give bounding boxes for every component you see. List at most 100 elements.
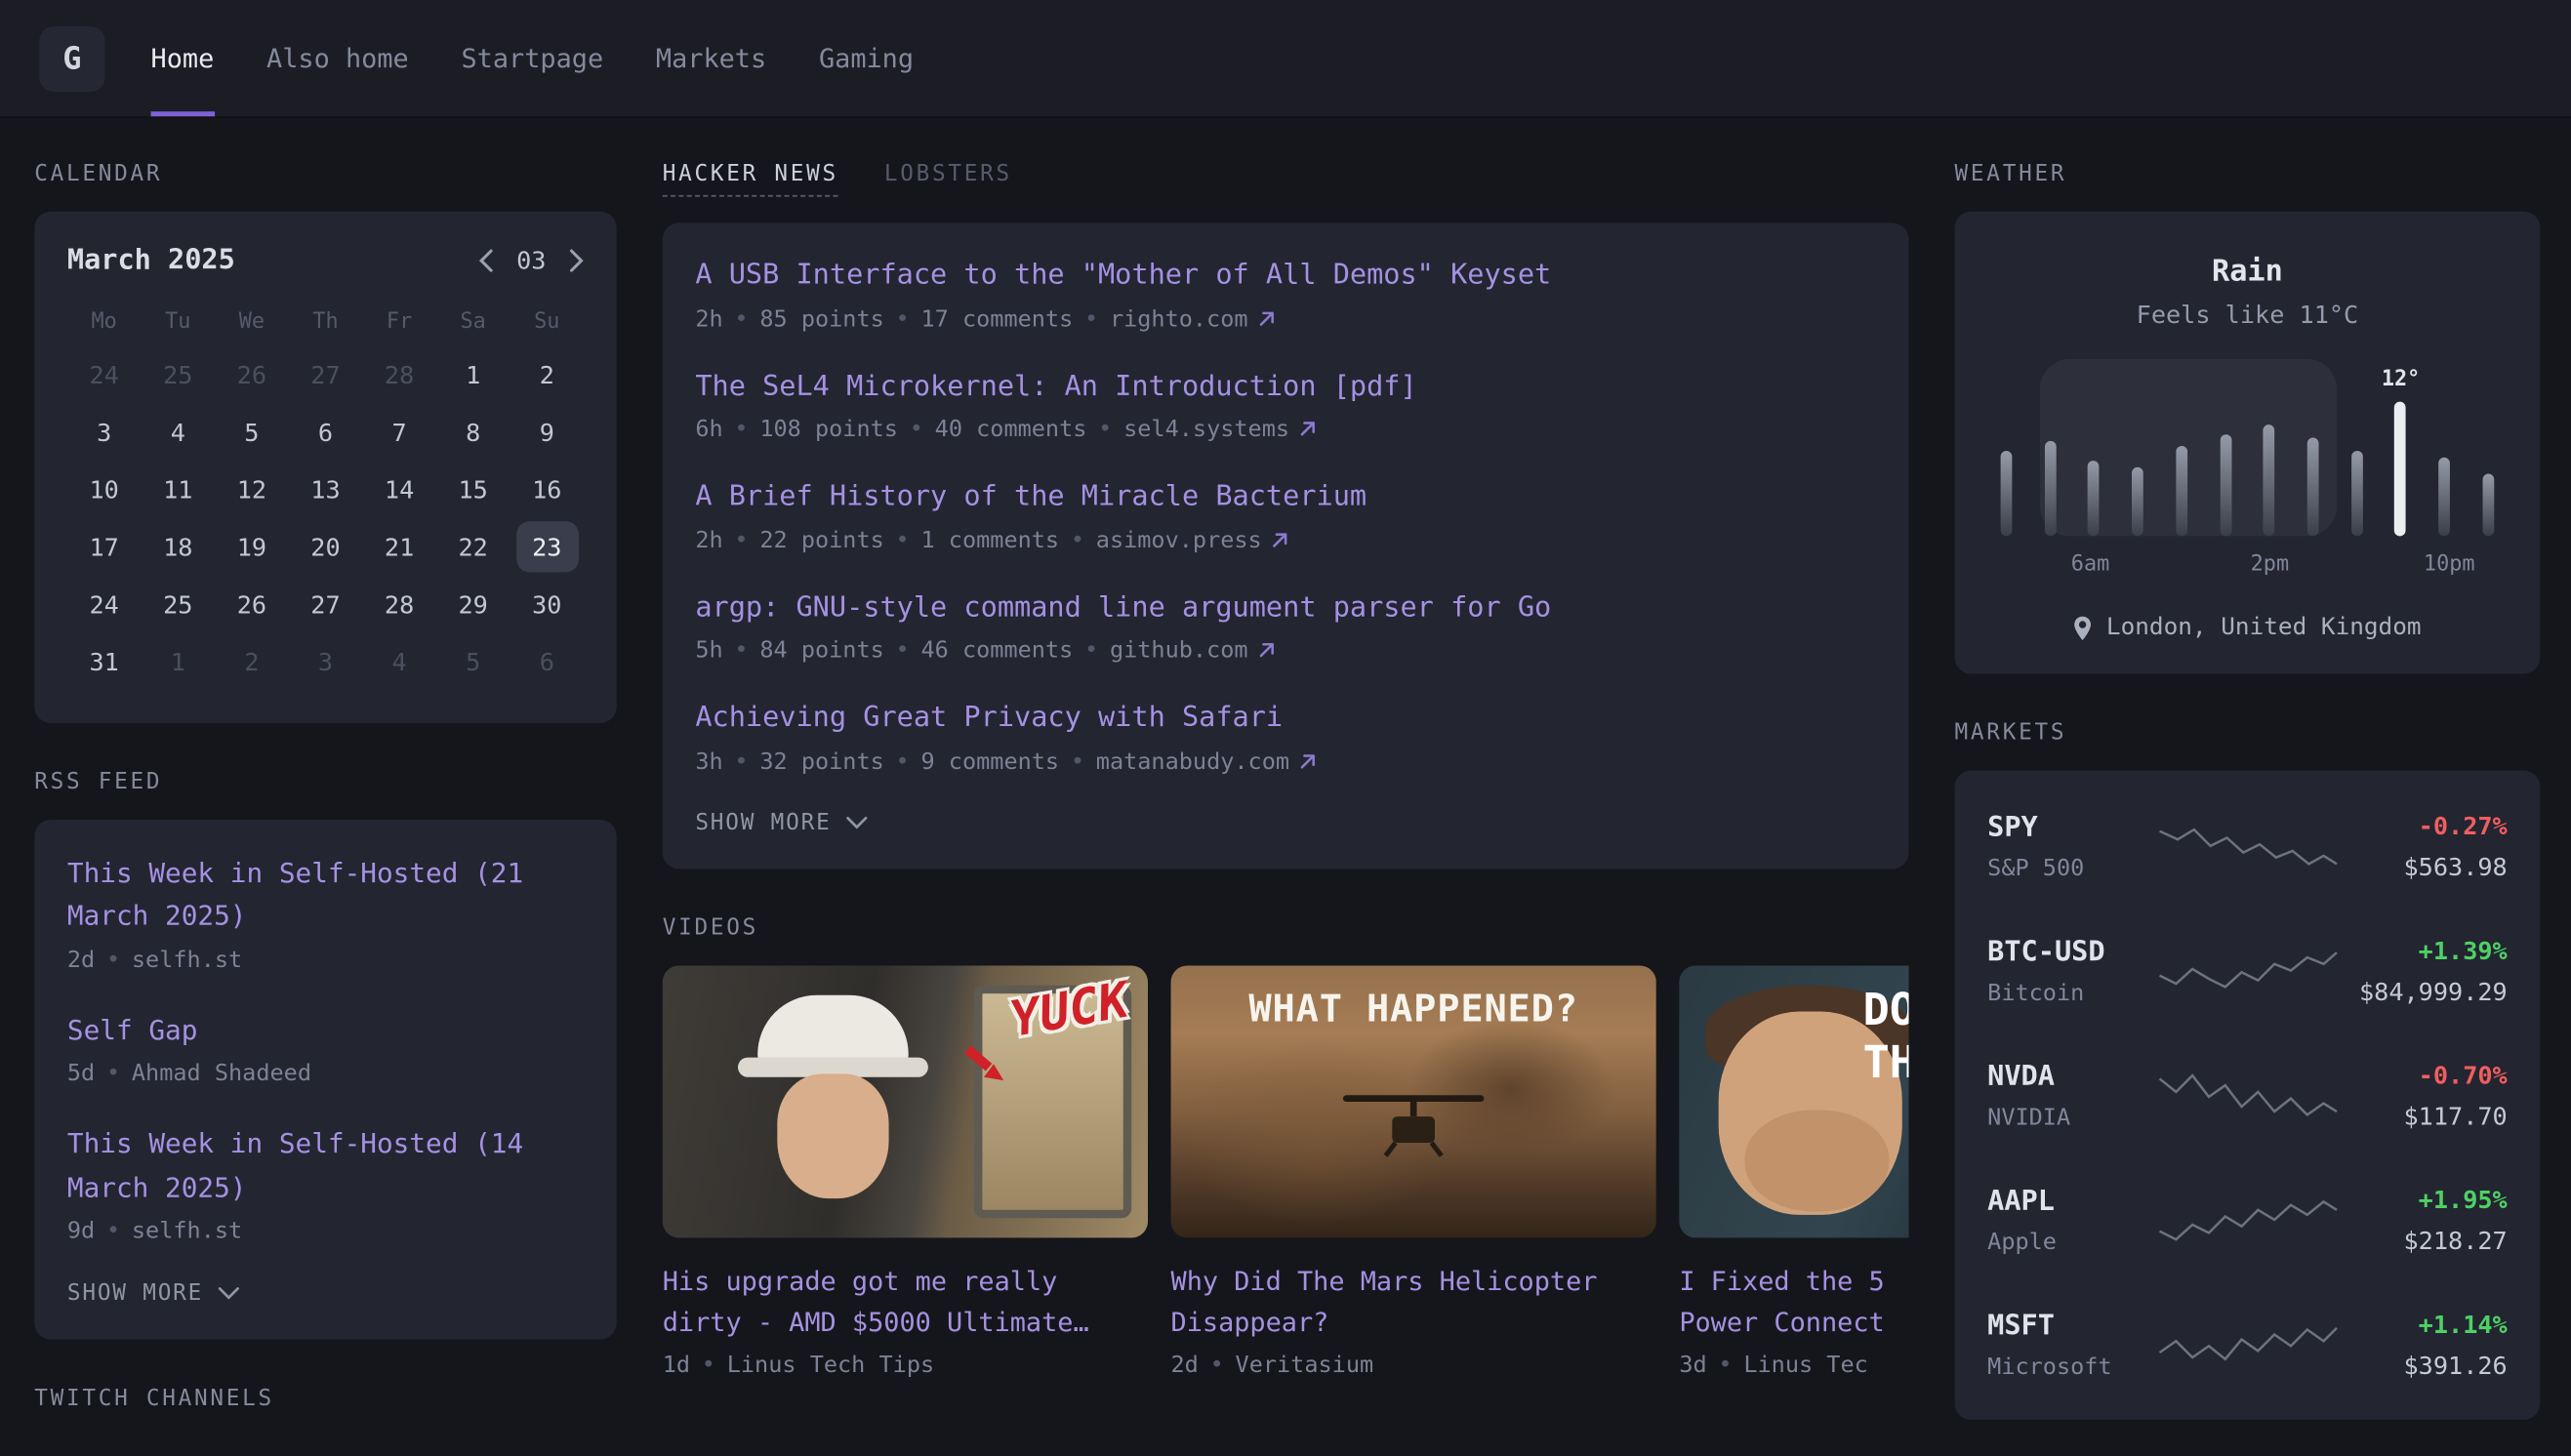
separator-dot: • — [1210, 1352, 1224, 1378]
calendar-day: 25 — [141, 345, 215, 403]
story-title[interactable]: A USB Interface to the "Mother of All De… — [695, 256, 1876, 298]
rss-show-more-button[interactable]: SHOW MORE — [67, 1280, 584, 1307]
calendar-day: 26 — [215, 345, 289, 403]
separator-dot: • — [896, 305, 910, 332]
market-row-btc-usd[interactable]: BTC-USDBitcoin +1.39%$84,999.29 — [1987, 928, 2508, 1013]
calendar-day: 5 — [436, 632, 510, 690]
prev-month-button[interactable] — [478, 249, 493, 272]
calendar-day-grid: 24 25 26 27 28 1 2 3 4 5 6 7 8 9 10 11 1 — [67, 345, 584, 690]
story-domain-link[interactable]: righto.com — [1110, 305, 1276, 332]
separator-dot: • — [1084, 638, 1098, 665]
story-domain-link[interactable]: sel4.systems — [1123, 417, 1318, 443]
story-domain-link[interactable]: matanabudy.com — [1096, 748, 1318, 775]
calendar-day: 28 — [362, 576, 436, 633]
story-domain-link[interactable]: asimov.press — [1096, 527, 1290, 553]
next-month-button[interactable] — [569, 249, 584, 272]
weekday-label: Th — [289, 297, 363, 345]
separator-dot: • — [1071, 527, 1084, 553]
story-domain: righto.com — [1110, 305, 1248, 332]
video-title[interactable]: I Fixed the 5Power Connect — [1679, 1260, 1908, 1344]
external-link-icon — [1299, 751, 1317, 769]
video-thumbnail[interactable]: WHAT HAPPENED? — [1171, 965, 1656, 1237]
calendar-day: 8 — [436, 403, 510, 461]
calendar-day: 5 — [215, 403, 289, 461]
calendar-weekday-row: Mo Tu We Th Fr Sa Su — [67, 297, 584, 345]
external-link-icon — [1258, 309, 1276, 327]
market-row-spy[interactable]: SPYS&P 500 -0.27%$563.98 — [1987, 803, 2508, 888]
story-comments-link[interactable]: 46 comments — [920, 638, 1073, 665]
tab-hacker-news[interactable]: HACKER NEWS — [663, 161, 838, 197]
market-row-msft[interactable]: MSFTMicrosoft +1.14%$391.26 — [1987, 1302, 2508, 1387]
story-comments-link[interactable]: 17 comments — [920, 305, 1073, 332]
story-comments-link[interactable]: 1 comments — [920, 527, 1059, 553]
story-title[interactable]: argp: GNU-style command line argument pa… — [695, 587, 1876, 629]
calendar-day: 16 — [510, 461, 584, 518]
calendar-controls: 03 — [478, 246, 584, 275]
nav-tab-startpage[interactable]: Startpage — [461, 0, 603, 116]
rss-item-title[interactable]: This Week in Self-Hosted (21 March 2025) — [67, 853, 584, 940]
weather-hourly-chart: 12° — [2001, 372, 2495, 536]
thumbnail-overlay-text: DO TH — [1862, 985, 1908, 1091]
nav-tab-also-home[interactable]: Also home — [266, 0, 409, 116]
center-column: HACKER NEWS LOBSTERS A USB Interface to … — [663, 161, 1909, 1436]
rss-item-source: selfh.st — [132, 948, 242, 974]
video-thumbnail[interactable]: YUCK — [663, 965, 1148, 1237]
rss-item-title[interactable]: Self Gap — [67, 1010, 584, 1053]
calendar-day: 26 — [215, 576, 289, 633]
calendar-day: 17 — [67, 518, 142, 576]
video-title[interactable]: His upgrade got me reallydirty - AMD $50… — [663, 1260, 1148, 1344]
show-more-label: SHOW MORE — [695, 809, 831, 835]
nav-tab-home[interactable]: Home — [151, 0, 215, 116]
market-price: $84,999.29 — [2338, 976, 2508, 1005]
market-change: +1.39% — [2338, 935, 2508, 964]
weather-feels-like: Feels like 11°C — [1987, 300, 2508, 329]
story-item: The SeL4 Microkernel: An Introduction [p… — [695, 366, 1876, 442]
story-points: 22 points — [759, 527, 883, 553]
video-thumbnail[interactable]: DO TH — [1679, 965, 1908, 1237]
nav-tab-gaming[interactable]: Gaming — [819, 0, 914, 116]
calendar-day: 6 — [510, 632, 584, 690]
weekday-label: Tu — [141, 297, 215, 345]
weather-bar — [2307, 438, 2319, 537]
hour-label: 6am — [2071, 552, 2109, 577]
separator-dot: • — [734, 527, 748, 553]
video-meta: 1d•Linus Tech Tips — [663, 1352, 1148, 1378]
calendar-day: 15 — [436, 461, 510, 518]
chevron-down-icon — [846, 816, 868, 829]
separator-dot: • — [734, 305, 748, 332]
market-change: -0.27% — [2338, 811, 2508, 840]
video-card: DO TH I Fixed the 5Power Connect 3d•Linu… — [1679, 965, 1908, 1379]
video-time: 3d — [1679, 1352, 1706, 1378]
calendar-day: 13 — [289, 461, 363, 518]
story-points: 84 points — [759, 638, 883, 665]
rss-item-time: 5d — [67, 1061, 95, 1087]
separator-dot: • — [734, 748, 748, 775]
market-row-nvda[interactable]: NVDANVIDIA -0.70%$117.70 — [1987, 1053, 2508, 1138]
story-comments-link[interactable]: 40 comments — [935, 417, 1087, 443]
calendar-day: 2 — [215, 632, 289, 690]
hard-hat-shape — [757, 994, 909, 1067]
story-title[interactable]: The SeL4 Microkernel: An Introduction [p… — [695, 366, 1876, 408]
video-time: 1d — [663, 1352, 690, 1378]
tab-lobsters[interactable]: LOBSTERS — [884, 161, 1012, 195]
weather-bar — [2132, 467, 2143, 537]
story-title[interactable]: Achieving Great Privacy with Safari — [695, 699, 1876, 741]
nav-tab-markets[interactable]: Markets — [656, 0, 766, 116]
weather-bar — [2176, 446, 2187, 536]
news-show-more-button[interactable]: SHOW MORE — [695, 809, 1876, 835]
rss-item-title[interactable]: This Week in Self-Hosted (14 March 2025) — [67, 1123, 584, 1210]
video-title-line: Why Did The Mars Helicopter — [1171, 1265, 1598, 1296]
red-arrow-icon — [960, 1040, 1009, 1089]
story-points: 108 points — [759, 417, 898, 443]
story-title[interactable]: A Brief History of the Miracle Bacterium — [695, 477, 1876, 519]
story-domain-link[interactable]: github.com — [1110, 638, 1276, 665]
video-title[interactable]: Why Did The Mars HelicopterDisappear? — [1171, 1260, 1656, 1344]
market-name: NVIDIA — [1987, 1104, 2157, 1130]
story-comments-link[interactable]: 9 comments — [920, 748, 1059, 775]
market-row-aapl[interactable]: AAPLApple +1.95%$218.27 — [1987, 1177, 2508, 1262]
story-time: 2h — [695, 305, 722, 332]
story-time: 3h — [695, 748, 722, 775]
calendar-header: March 2025 03 — [67, 244, 584, 277]
market-change: +1.95% — [2338, 1185, 2508, 1214]
rss-item: Self Gap 5d•Ahmad Shadeed — [67, 1010, 584, 1088]
